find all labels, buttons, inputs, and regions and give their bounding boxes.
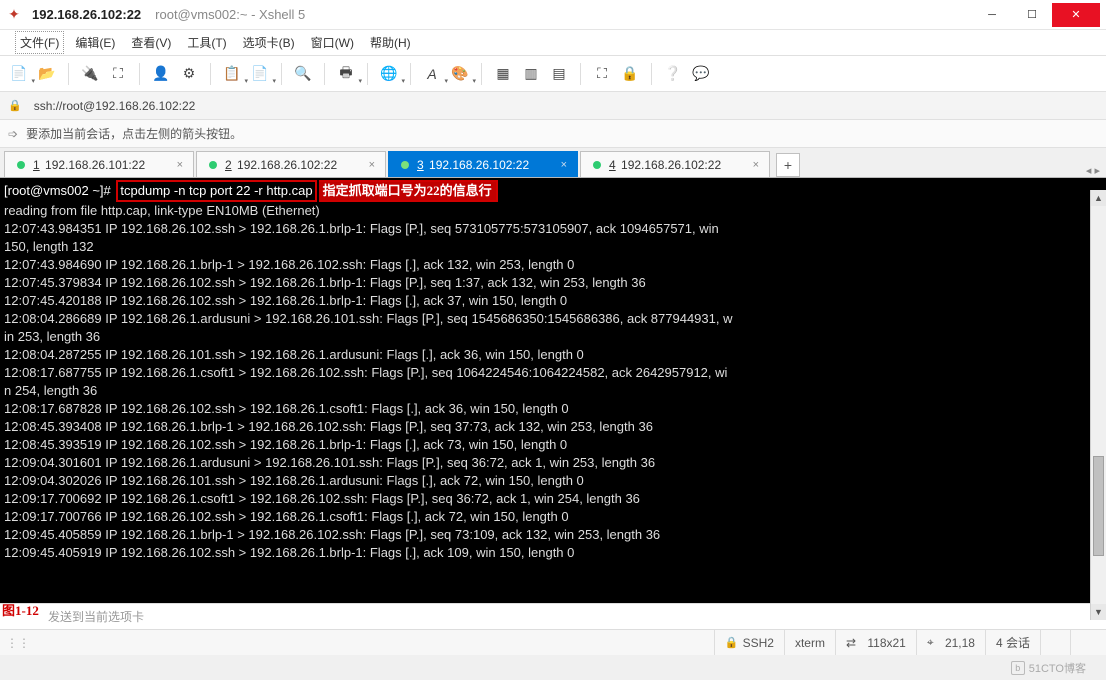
status-size: ⇄ 118x21 [835,630,916,655]
disconnect-icon[interactable]: ⛶ [105,61,131,87]
profile-icon[interactable]: 👤 [148,61,174,87]
color-icon[interactable]: 🎨 [447,61,473,87]
highlighted-command: tcpdump -n tcp port 22 -r http.cap [116,180,316,202]
close-tab-icon[interactable]: × [753,159,759,171]
minimize-button[interactable]: ─ [972,3,1012,27]
watermark: b51CTO博客 [1011,660,1086,676]
help-icon[interactable]: ❔ [660,61,686,87]
status-num [1070,630,1100,655]
session-tab[interactable]: 4 192.168.26.102:22× [580,151,770,177]
menu-view[interactable]: 查看(V) [126,31,176,54]
menu-edit[interactable]: 编辑(E) [70,31,120,54]
tip-arrow-icon[interactable]: ➩ [8,127,18,141]
open-icon[interactable]: 📂 [34,61,60,87]
close-tab-icon[interactable]: × [369,159,375,171]
status-dot-icon [17,161,25,169]
connect-icon[interactable]: 🔌 [77,61,103,87]
scroll-up-icon[interactable]: ▲ [1091,190,1106,206]
title-main: 192.168.26.102:22 [32,7,141,22]
vertical-scrollbar[interactable]: ▲ ▼ [1090,190,1106,620]
status-sessions: 4 会话 [985,630,1040,655]
lock-icon[interactable]: 🔒 [617,61,643,87]
new-file-icon[interactable]: 📄 [6,61,32,87]
toolbar: 📄 📂 🔌 ⛶ 👤 ⚙ 📋 📄 🔍 🖶 🌐 A 🎨 ▦ ▥ ▤ ⛶ 🔒 ❔ 💬 [0,56,1106,92]
close-tab-icon[interactable]: × [177,159,183,171]
address-field[interactable]: ssh://root@192.168.26.102:22 [30,97,1098,115]
session-tab[interactable]: 2 192.168.26.102:22× [196,151,386,177]
terminal-view[interactable]: [root@vms002 ~]# tcpdump -n tcp port 22 … [0,178,1106,603]
copy-icon[interactable]: 📋 [219,61,245,87]
close-button[interactable]: ✕ [1052,3,1100,27]
menu-help[interactable]: 帮助(H) [365,31,416,54]
cascade-icon[interactable]: ▥ [518,61,544,87]
address-bar: 🔒 ssh://root@192.168.26.102:22 [0,92,1106,120]
status-bar: ⋮⋮ 🔒SSH2 xterm ⇄ 118x21 ⌖ 21,18 4 会话 [0,629,1106,655]
session-tabs: 1 192.168.26.101:22×2 192.168.26.102:22×… [0,148,1106,178]
tab-scroll-icon[interactable]: ◂ ▸ [1080,164,1106,177]
status-dot-icon [593,161,601,169]
grip-icon: ⋮⋮ [6,636,26,650]
status-ssh: 🔒SSH2 [714,630,784,655]
add-tab-button[interactable]: + [776,153,800,177]
figure-label: 图1-12 [2,600,39,619]
globe-icon[interactable]: 🌐 [376,61,402,87]
send-placeholder: 发送到当前选项卡 [48,608,144,625]
close-tab-icon[interactable]: × [561,159,567,171]
menu-tab[interactable]: 选项卡(B) [238,31,300,54]
find-icon[interactable]: 🔍 [290,61,316,87]
tile-icon[interactable]: ▤ [546,61,572,87]
fullscreen-icon[interactable]: ⛶ [589,61,615,87]
session-tab[interactable]: 3 192.168.26.102:22× [388,151,578,177]
annotation-note: 指定抓取端口号为22的信息行 [319,180,498,202]
menu-file[interactable]: 文件(F) [15,31,64,54]
status-term: xterm [784,630,835,655]
session-tab[interactable]: 1 192.168.26.101:22× [4,151,194,177]
menu-bar: 文件(F) 编辑(E) 查看(V) 工具(T) 选项卡(B) 窗口(W) 帮助(… [0,30,1106,56]
print-icon[interactable]: 🖶 [333,61,359,87]
layout-icon[interactable]: ▦ [490,61,516,87]
lock-icon: 🔒 [8,99,22,112]
app-icon: ✦ [6,7,22,23]
maximize-button[interactable]: ☐ [1012,3,1052,27]
status-dot-icon [209,161,217,169]
tip-bar: ➩ 要添加当前会话，点击左侧的箭头按钮。 [0,120,1106,148]
status-pos: ⌖ 21,18 [916,630,985,655]
scroll-down-icon[interactable]: ▼ [1091,604,1106,620]
paste-icon[interactable]: 📄 [247,61,273,87]
title-sub: root@vms002:~ - Xshell 5 [155,7,305,22]
menu-window[interactable]: 窗口(W) [306,31,359,54]
menu-tools[interactable]: 工具(T) [182,31,231,54]
title-bar: ✦ 192.168.26.102:22 root@vms002:~ - Xshe… [0,0,1106,30]
properties-icon[interactable]: ⚙ [176,61,202,87]
font-icon[interactable]: A [419,61,445,87]
send-bar[interactable]: 图1-12 发送到当前选项卡 [0,603,1106,629]
chat-icon[interactable]: 💬 [688,61,714,87]
status-dot-icon [401,161,409,169]
status-caps [1040,630,1070,655]
scroll-thumb[interactable] [1093,456,1104,556]
tip-text: 要添加当前会话，点击左侧的箭头按钮。 [26,125,242,142]
